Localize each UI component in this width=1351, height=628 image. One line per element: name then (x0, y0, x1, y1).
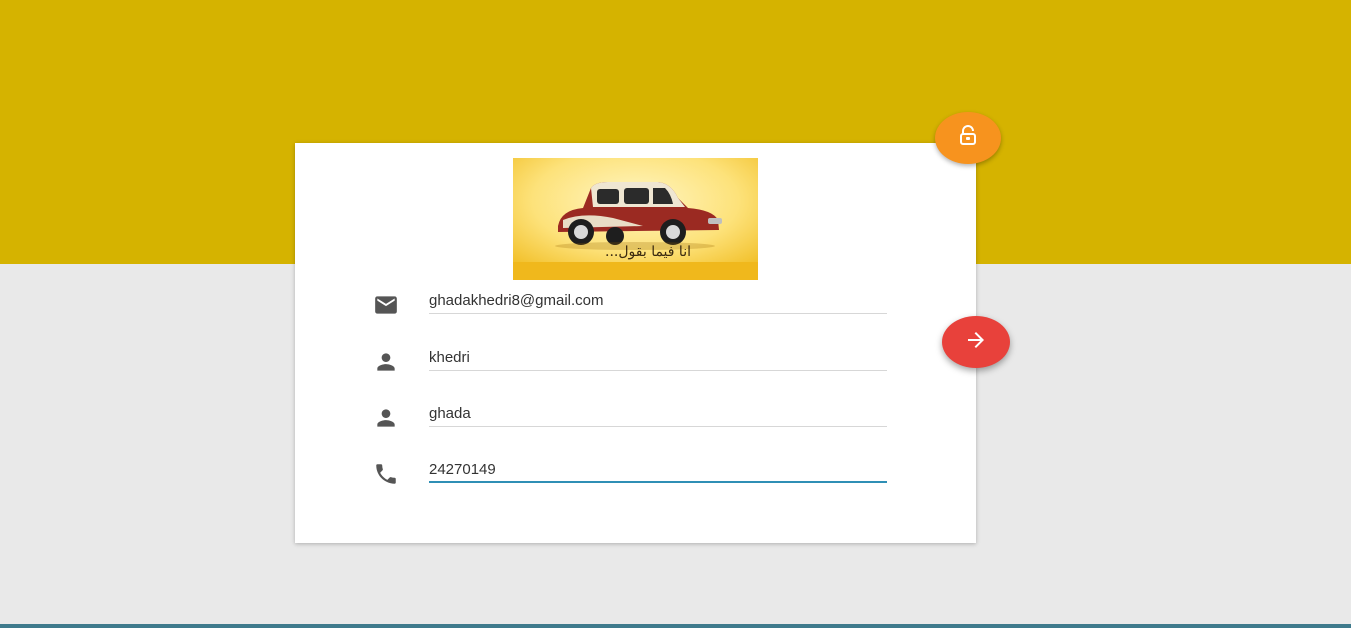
phone-icon (373, 461, 399, 487)
signup-card: انا فيما بقول... (295, 143, 976, 543)
email-row (295, 288, 976, 328)
first-name-field[interactable] (429, 401, 887, 427)
email-icon (373, 292, 399, 318)
logo-caption: انا فيما بقول... (605, 244, 691, 260)
lock-button[interactable] (935, 112, 1001, 164)
phone-field[interactable] (429, 457, 887, 483)
page: انا فيما بقول... (0, 0, 1351, 628)
car-logo-image: انا فيما بقول... (513, 158, 758, 280)
bottom-strip (0, 624, 1351, 628)
phone-row (295, 457, 976, 497)
lock-icon (956, 124, 980, 153)
next-button[interactable] (942, 316, 1010, 368)
person-icon (373, 405, 399, 431)
person-icon (373, 349, 399, 375)
email-field[interactable] (429, 288, 887, 314)
last-name-row (295, 345, 976, 385)
last-name-field[interactable] (429, 345, 887, 371)
arrow-right-icon (964, 328, 988, 357)
first-name-row (295, 401, 976, 441)
